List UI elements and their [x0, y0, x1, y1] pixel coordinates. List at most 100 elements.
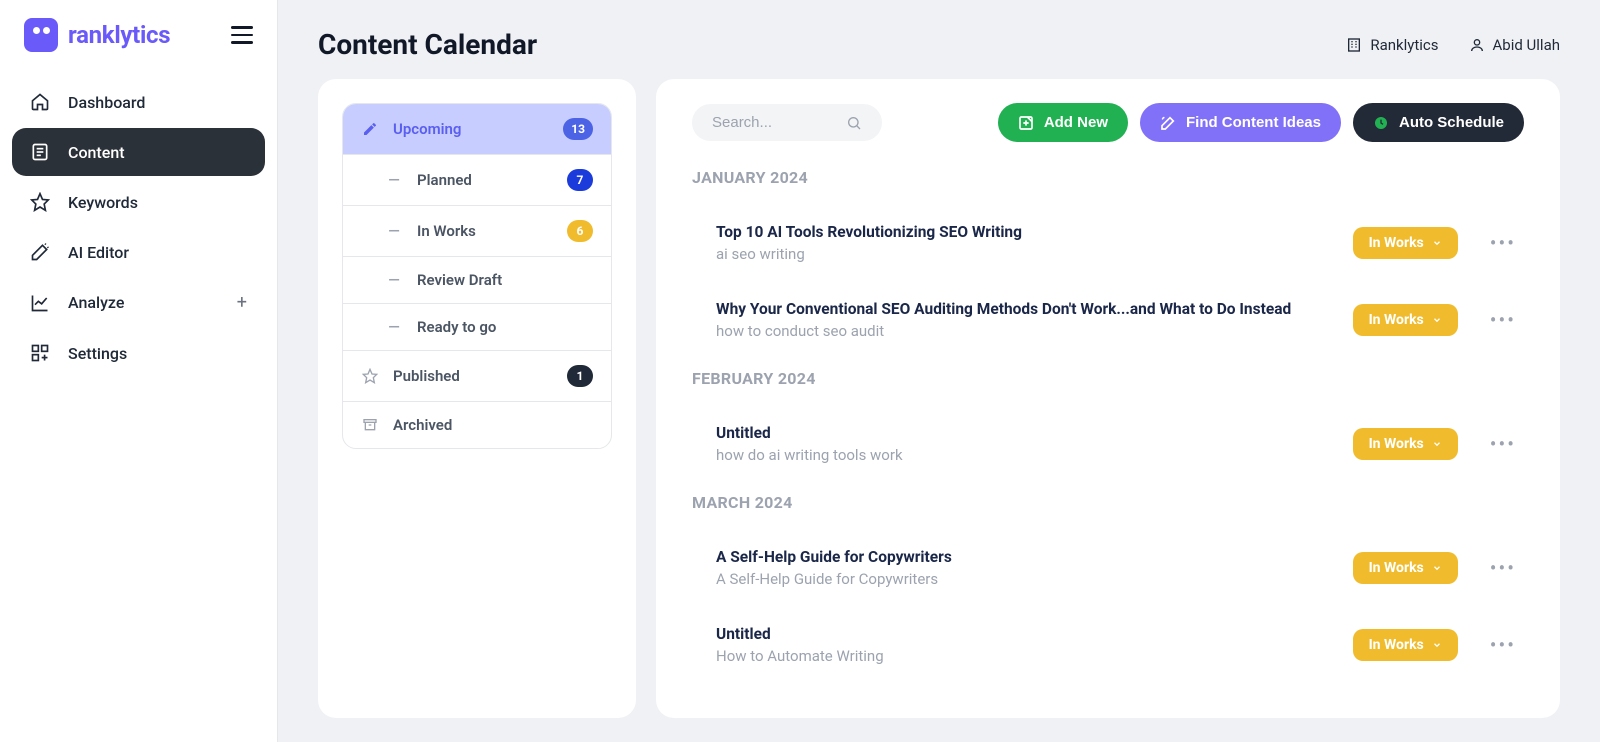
topbar: Content Calendar Ranklytics Abid Ullah — [278, 0, 1600, 79]
count-badge: 7 — [567, 169, 593, 191]
button-label: Add New — [1044, 114, 1108, 131]
filter-label: Planned — [417, 171, 472, 189]
logo-text: ranklytics — [68, 21, 170, 49]
sidebar-item-label: Analyze — [68, 293, 124, 312]
status-chip[interactable]: In Works — [1353, 227, 1458, 259]
search-input[interactable] — [712, 114, 838, 131]
filter-review-draft[interactable]: — Review Draft — [343, 256, 611, 303]
article-row[interactable]: A Self-Help Guide for Copywriters A Self… — [692, 530, 1524, 607]
sidebar-item-label: Keywords — [68, 193, 138, 212]
content-icon — [30, 142, 50, 162]
filter-in-works[interactable]: — In Works 6 — [343, 205, 611, 256]
filter-label: Upcoming — [393, 120, 461, 138]
logo-mark-icon — [24, 18, 58, 52]
chevron-down-icon — [1432, 315, 1442, 325]
filter-label: Archived — [393, 416, 452, 434]
plus-icon — [1018, 115, 1034, 131]
status-label: In Works — [1369, 436, 1424, 452]
search-icon — [846, 115, 862, 131]
dash-icon: — — [385, 318, 403, 336]
sidebar-item-label: Dashboard — [68, 93, 145, 112]
button-label: Find Content Ideas — [1186, 114, 1321, 131]
pencil-icon — [361, 121, 379, 137]
dash-icon: — — [385, 222, 403, 240]
count-badge: 13 — [563, 118, 593, 140]
sidebar-item-analyze[interactable]: Analyze + — [12, 278, 265, 327]
sidebar-item-label: Settings — [68, 344, 127, 363]
list-card: Add New Find Content Ideas Auto Schedule — [656, 79, 1560, 718]
star-outline-icon — [361, 368, 379, 384]
expand-icon[interactable]: + — [237, 292, 247, 313]
article-row[interactable]: Why Your Conventional SEO Auditing Metho… — [692, 282, 1524, 359]
article-title: A Self-Help Guide for Copywriters — [716, 548, 1339, 566]
month-header: JANUARY 2024 — [692, 168, 1524, 187]
filter-published[interactable]: Published 1 — [343, 350, 611, 401]
sparkle-icon — [1160, 115, 1176, 131]
logo[interactable]: ranklytics — [24, 18, 170, 52]
article-keyword: how to conduct seo audit — [716, 322, 1339, 340]
article-row[interactable]: Untitled how do ai writing tools work In… — [692, 406, 1524, 483]
filter-ready-to-go[interactable]: — Ready to go — [343, 303, 611, 350]
star-icon — [30, 192, 50, 212]
add-new-button[interactable]: Add New — [998, 103, 1128, 142]
sidebar-item-ai-editor[interactable]: AI Editor — [12, 228, 265, 276]
status-label: In Works — [1369, 312, 1424, 328]
article-keyword: how do ai writing tools work — [716, 446, 1339, 464]
main: Content Calendar Ranklytics Abid Ullah — [278, 0, 1600, 742]
month-header: MARCH 2024 — [692, 493, 1524, 512]
more-icon[interactable]: ••• — [1482, 552, 1524, 584]
sidebar-item-dashboard[interactable]: Dashboard — [12, 78, 265, 126]
filter-upcoming[interactable]: Upcoming 13 — [343, 104, 611, 154]
find-content-ideas-button[interactable]: Find Content Ideas — [1140, 103, 1341, 142]
dash-icon: — — [385, 271, 403, 289]
filter-planned[interactable]: — Planned 7 — [343, 154, 611, 205]
sidebar-item-label: Content — [68, 143, 125, 162]
filter-label: In Works — [417, 222, 476, 240]
article-row[interactable]: Untitled How to Automate Writing In Work… — [692, 607, 1524, 684]
button-label: Auto Schedule — [1399, 114, 1504, 131]
workspace-name: Ranklytics — [1370, 36, 1438, 54]
home-icon — [30, 92, 50, 112]
sidebar-nav: Dashboard Content Keywords AI Editor — [0, 70, 277, 385]
filter-label: Review Draft — [417, 271, 502, 289]
search-box[interactable] — [692, 104, 882, 141]
chevron-down-icon — [1432, 563, 1442, 573]
filter-card: Upcoming 13 — Planned 7 — In Works 6 — — [318, 79, 636, 718]
sidebar: ranklytics Dashboard Content — [0, 0, 278, 742]
status-chip[interactable]: In Works — [1353, 552, 1458, 584]
chevron-down-icon — [1432, 640, 1442, 650]
sidebar-item-content[interactable]: Content — [12, 128, 265, 176]
auto-schedule-button[interactable]: Auto Schedule — [1353, 103, 1524, 142]
count-badge: 1 — [567, 365, 593, 387]
article-title: Untitled — [716, 625, 1339, 643]
user-menu[interactable]: Abid Ullah — [1469, 36, 1560, 54]
status-label: In Works — [1369, 235, 1424, 251]
more-icon[interactable]: ••• — [1482, 629, 1524, 661]
sidebar-item-label: AI Editor — [68, 243, 129, 262]
sidebar-item-keywords[interactable]: Keywords — [12, 178, 265, 226]
status-chip[interactable]: In Works — [1353, 629, 1458, 661]
filter-label: Published — [393, 367, 460, 385]
article-title: Untitled — [716, 424, 1339, 442]
more-icon[interactable]: ••• — [1482, 304, 1524, 336]
workspace-switcher[interactable]: Ranklytics — [1346, 36, 1438, 54]
page-title: Content Calendar — [318, 28, 537, 61]
building-icon — [1346, 37, 1362, 53]
status-label: In Works — [1369, 637, 1424, 653]
article-title: Why Your Conventional SEO Auditing Metho… — [716, 300, 1339, 318]
menu-toggle-icon[interactable] — [231, 26, 253, 44]
article-keyword: A Self-Help Guide for Copywriters — [716, 570, 1339, 588]
sidebar-item-settings[interactable]: Settings — [12, 329, 265, 377]
status-chip[interactable]: In Works — [1353, 304, 1458, 336]
more-icon[interactable]: ••• — [1482, 227, 1524, 259]
wand-icon — [30, 242, 50, 262]
month-header: FEBRUARY 2024 — [692, 369, 1524, 388]
status-chip[interactable]: In Works — [1353, 428, 1458, 460]
more-icon[interactable]: ••• — [1482, 428, 1524, 460]
article-row[interactable]: Top 10 AI Tools Revolutionizing SEO Writ… — [692, 205, 1524, 282]
archive-icon — [361, 417, 379, 433]
user-name: Abid Ullah — [1493, 36, 1560, 54]
clock-icon — [1373, 115, 1389, 131]
count-badge: 6 — [567, 220, 593, 242]
filter-archived[interactable]: Archived — [343, 401, 611, 448]
